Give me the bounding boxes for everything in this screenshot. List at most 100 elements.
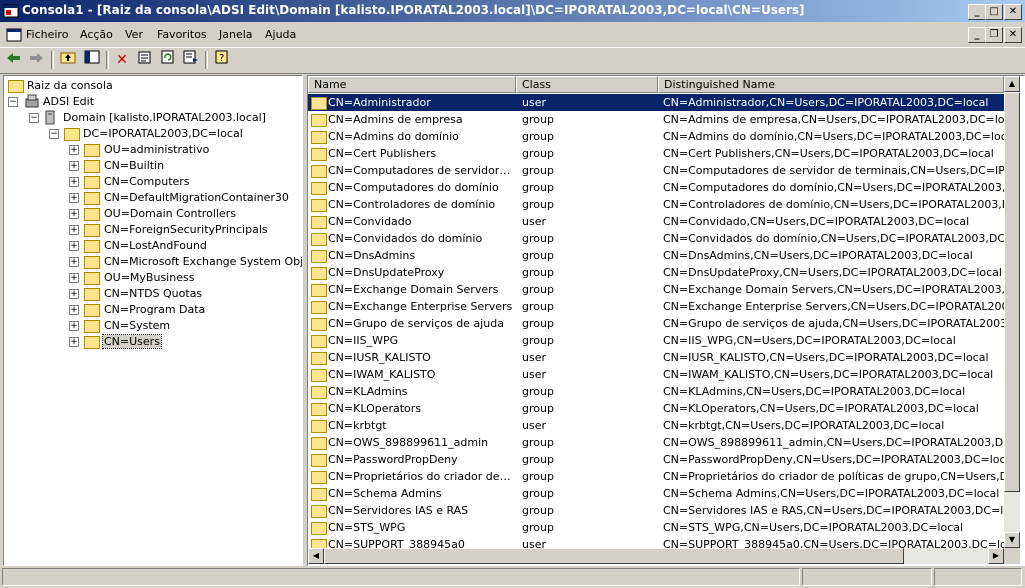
- expand-icon[interactable]: +: [69, 177, 79, 187]
- back-icon[interactable]: [4, 50, 24, 70]
- menu-ajuda[interactable]: Ajuda: [265, 28, 296, 41]
- table-row[interactable]: CN=Schema Admins group CN=Schema Admins,CN…: [308, 485, 1004, 502]
- menu-favoritos[interactable]: Favoritos: [157, 28, 207, 41]
- folder-icon: [311, 131, 327, 144]
- child-restore-button[interactable]: ❐: [985, 27, 1003, 43]
- folder-icon: [311, 505, 327, 518]
- table-row[interactable]: CN=Controladores de domínio group CN=Contr…: [308, 196, 1004, 213]
- expand-icon[interactable]: +: [69, 145, 79, 155]
- menu-accao[interactable]: Acção: [80, 28, 113, 41]
- folder-icon: [311, 522, 327, 535]
- table-row[interactable]: CN=Exchange Domain Servers group CN=Exchan…: [308, 281, 1004, 298]
- table-row[interactable]: CN=krbtgt user CN=krbtgt,CN=Users,DC=IPORA…: [308, 417, 1004, 434]
- up-folder-icon[interactable]: [58, 50, 78, 70]
- scroll-right-icon[interactable]: ▶: [988, 548, 1004, 564]
- cell-dn: CN=OWS_898899611_admin,CN=Users,DC=IPORA…: [663, 436, 1004, 449]
- folder-icon: [311, 199, 327, 212]
- column-header-dn[interactable]: Distinguished Name: [658, 76, 1004, 93]
- cell-name: CN=PasswordPropDeny: [328, 453, 458, 466]
- help-icon[interactable]: ?: [212, 50, 232, 70]
- table-row[interactable]: CN=Administrador user CN=Administrador,CN=…: [308, 94, 1004, 111]
- table-row[interactable]: CN=Exchange Enterprise Servers group CN=Ex…: [308, 298, 1004, 315]
- expand-icon[interactable]: +: [69, 305, 79, 315]
- status-panel-3: [934, 568, 1022, 586]
- table-row[interactable]: CN=Computadores do domínio group CN=Comput…: [308, 179, 1004, 196]
- close-button[interactable]: ✕: [1004, 4, 1022, 20]
- expand-icon[interactable]: +: [69, 321, 79, 331]
- menu-ver[interactable]: Ver: [125, 28, 143, 41]
- cell-name: CN=krbtgt: [328, 419, 387, 432]
- table-row[interactable]: CN=PasswordPropDeny group CN=PasswordPropD…: [308, 451, 1004, 468]
- child-close-button[interactable]: ✕: [1004, 27, 1022, 43]
- expand-icon[interactable]: +: [69, 225, 79, 235]
- expand-icon[interactable]: +: [69, 193, 79, 203]
- vertical-scrollbar[interactable]: ▲ ▼: [1004, 76, 1020, 548]
- table-row[interactable]: CN=Computadores de servidor de t... group…: [308, 162, 1004, 179]
- column-header-class[interactable]: Class: [516, 76, 658, 93]
- table-row[interactable]: CN=IUSR_KALISTO user CN=IUSR_KALISTO,CN=Us…: [308, 349, 1004, 366]
- status-panel-2: [802, 568, 932, 586]
- expand-icon[interactable]: +: [69, 273, 79, 283]
- delete-icon[interactable]: ✕: [112, 50, 132, 70]
- expand-icon[interactable]: +: [69, 161, 79, 171]
- console-tree[interactable]: Raiz da consola − ADSI Edit − Domain [ka…: [3, 75, 303, 566]
- maximize-button[interactable]: □: [985, 4, 1003, 20]
- show-hide-tree-icon[interactable]: [82, 50, 102, 70]
- table-row[interactable]: CN=Convidados do domínio group CN=Convidad…: [308, 230, 1004, 247]
- folder-icon: [84, 176, 100, 189]
- refresh-icon[interactable]: [158, 50, 178, 70]
- table-row[interactable]: CN=Grupo de serviços de ajuda group CN=Gru…: [308, 315, 1004, 332]
- table-row[interactable]: CN=DnsAdmins group CN=DnsAdmins,CN=Users,D…: [308, 247, 1004, 264]
- collapse-icon[interactable]: −: [49, 129, 59, 139]
- cell-name: CN=Grupo de serviços de ajuda: [328, 317, 504, 330]
- menu-ficheiro[interactable]: Ficheiro: [26, 28, 68, 41]
- vertical-scroll-thumb[interactable]: [1004, 92, 1020, 492]
- table-row[interactable]: CN=IWAM_KALISTO user CN=IWAM_KALISTO,CN=Us…: [308, 366, 1004, 383]
- tree-node-label: CN=System: [104, 319, 171, 332]
- properties-icon[interactable]: [135, 50, 155, 70]
- scroll-left-icon[interactable]: ◀: [308, 548, 324, 564]
- folder-icon: [311, 182, 327, 195]
- collapse-icon[interactable]: −: [29, 113, 39, 123]
- minimize-button[interactable]: _: [968, 4, 986, 20]
- table-row[interactable]: CN=Admins de empresa group CN=Admins de em…: [308, 111, 1004, 128]
- table-row[interactable]: CN=KLOperators group CN=KLOperators,CN=Use…: [308, 400, 1004, 417]
- table-row[interactable]: CN=OWS_898899611_admin group CN=OWS_898899…: [308, 434, 1004, 451]
- tree-node-label: CN=ForeignSecurityPrincipals: [104, 223, 268, 236]
- scroll-up-icon[interactable]: ▲: [1004, 76, 1020, 92]
- expand-icon[interactable]: +: [69, 289, 79, 299]
- svg-text:?: ?: [219, 53, 224, 64]
- table-row[interactable]: CN=Admins do domínio group CN=Admins do do…: [308, 128, 1004, 145]
- expand-icon[interactable]: +: [69, 257, 79, 267]
- expand-icon[interactable]: +: [69, 337, 79, 347]
- scroll-down-icon[interactable]: ▼: [1004, 532, 1020, 548]
- menu-janela[interactable]: Janela: [219, 28, 253, 41]
- table-row[interactable]: CN=Proprietários do criador de políti...…: [308, 468, 1004, 485]
- file-menu-icon[interactable]: [6, 28, 22, 45]
- window-title: Consola1 - [Raiz da consola\ADSI Edit\Do…: [22, 3, 805, 17]
- cell-name: CN=OWS_898899611_admin: [328, 436, 489, 449]
- details-list[interactable]: Name Class Distinguished Name CN=Adminis…: [307, 75, 1025, 566]
- table-row[interactable]: CN=Servidores IAS e RAS group CN=Servidore…: [308, 502, 1004, 519]
- table-row[interactable]: CN=DnsUpdateProxy group CN=DnsUpdateProxy,…: [308, 264, 1004, 281]
- expand-icon[interactable]: +: [69, 241, 79, 251]
- forward-icon[interactable]: [26, 50, 46, 70]
- table-row[interactable]: CN=Cert Publishers group CN=Cert Publisher…: [308, 145, 1004, 162]
- table-row[interactable]: CN=IIS_WPG group CN=IIS_WPG,CN=Users,DC=IP…: [308, 332, 1004, 349]
- mmc-console-icon[interactable]: [3, 3, 19, 19]
- cell-name: CN=Administrador: [328, 96, 431, 109]
- table-row[interactable]: CN=STS_WPG group CN=STS_WPG,CN=Users,DC=IP…: [308, 519, 1004, 536]
- table-row[interactable]: CN=KLAdmins group CN=KLAdmins,CN=Users,DC=…: [308, 383, 1004, 400]
- collapse-icon[interactable]: −: [8, 97, 18, 107]
- child-minimize-button[interactable]: _: [968, 27, 986, 43]
- cell-class: group: [522, 385, 554, 398]
- column-header-name[interactable]: Name: [308, 76, 516, 93]
- export-list-icon[interactable]: [181, 50, 201, 70]
- horizontal-scroll-thumb[interactable]: [324, 548, 904, 564]
- folder-icon: [311, 488, 327, 501]
- expand-icon[interactable]: +: [69, 209, 79, 219]
- scroll-corner: [1004, 548, 1020, 564]
- cell-dn: CN=Grupo de serviços de ajuda,CN=Users,D…: [663, 317, 1004, 330]
- table-row[interactable]: CN=Convidado user CN=Convidado,CN=Users,DC…: [308, 213, 1004, 230]
- horizontal-scrollbar[interactable]: ◀ ▶: [308, 548, 1004, 564]
